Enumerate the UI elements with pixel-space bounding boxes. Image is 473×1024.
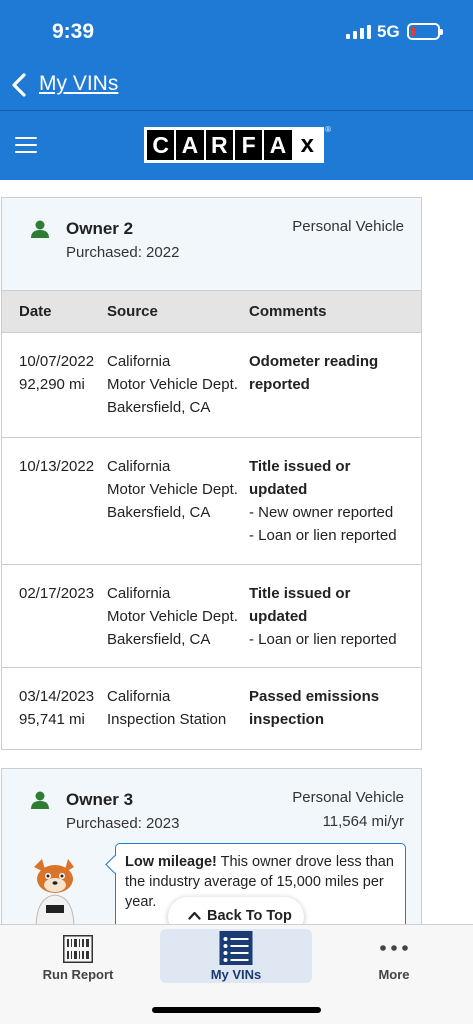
carfox-mascot-icon: [34, 859, 75, 927]
owner-header: Owner 2 Purchased: 2022 Personal Vehicle: [2, 198, 421, 291]
source-line: Bakersfield, CA: [107, 631, 211, 648]
top-header: 9:39 5G My VINs C A R F A x ®: [0, 0, 473, 180]
tab-label: More: [378, 967, 410, 982]
owner-purchased: Purchased: 2022: [66, 244, 180, 261]
person-icon: [31, 791, 49, 809]
chevron-up-icon: [188, 911, 201, 920]
vehicle-type: Personal Vehicle: [292, 218, 404, 235]
owner-title: Owner 2: [66, 219, 134, 238]
nav-row: My VINs: [0, 64, 473, 110]
comment-title: Title issued or: [249, 458, 351, 475]
bubble-bold: Low mileage!: [125, 854, 217, 870]
header-comments: Comments: [249, 303, 327, 320]
logo-letter: C: [147, 130, 177, 160]
logo-letter: A: [264, 130, 294, 160]
network-label: 5G: [377, 22, 400, 41]
owner-purchased: Purchased: 2023: [66, 815, 180, 832]
back-chevron-icon[interactable]: [9, 71, 31, 99]
comment-title: updated: [249, 608, 308, 625]
source-line: Bakersfield, CA: [107, 399, 211, 416]
table-row: 10/07/2022 92,290 mi California Motor Ve…: [2, 333, 421, 438]
row-date: 10/13/2022: [19, 458, 95, 475]
logo-row: C A R F A x ®: [0, 111, 473, 180]
logo-letter: F: [235, 130, 265, 160]
comment-detail: - New owner reported: [249, 504, 394, 521]
row-date: 10/07/2022: [19, 353, 95, 370]
list-icon: [219, 931, 253, 965]
table-row: 03/14/2023 95,741 mi California Inspecti…: [2, 668, 421, 749]
comment-title: reported: [249, 376, 310, 393]
carfax-logo: C A R F A x ®: [144, 125, 331, 163]
row-date: 02/17/2023: [19, 585, 95, 602]
owner-title: Owner 3: [66, 790, 134, 809]
source-line: Motor Vehicle Dept.: [107, 608, 238, 625]
row-mileage: 92,290 mi: [19, 376, 85, 393]
header-date: Date: [19, 303, 52, 320]
tab-more[interactable]: More: [318, 929, 470, 983]
tab-run-report[interactable]: Run Report: [2, 929, 154, 983]
vehicle-type: Personal Vehicle: [292, 789, 404, 806]
row-mileage: 95,741 mi: [19, 711, 85, 728]
logo-letter: R: [206, 130, 235, 160]
table-row: 02/17/2023 California Motor Vehicle Dept…: [2, 565, 421, 668]
back-to-top-label: Back To Top: [207, 908, 292, 924]
source-line: Motor Vehicle Dept.: [107, 481, 238, 498]
status-bar: 9:39 5G: [0, 0, 473, 64]
registered-mark: ®: [325, 125, 331, 134]
home-indicator: [152, 1007, 321, 1013]
comment-detail: - Loan or lien reported: [249, 527, 397, 544]
history-table-header: Date Source Comments: [2, 291, 421, 333]
source-line: Motor Vehicle Dept.: [107, 376, 238, 393]
comment-title: Passed emissions: [249, 688, 380, 705]
owner-card: Owner 2 Purchased: 2022 Personal Vehicle…: [1, 197, 422, 750]
comment-detail: - Loan or lien reported: [249, 631, 397, 648]
signal-icon: [346, 25, 371, 39]
logo-letter: x: [293, 130, 321, 160]
source-line: California: [107, 585, 171, 602]
back-link[interactable]: My VINs: [39, 72, 118, 96]
source-line: California: [107, 688, 171, 705]
comment-title: updated: [249, 481, 308, 498]
status-time: 9:39: [52, 20, 95, 43]
mileage-rate: 11,564 mi/yr: [322, 813, 404, 830]
source-line: Inspection Station: [107, 711, 227, 728]
tab-label: Run Report: [42, 967, 114, 982]
person-icon: [31, 220, 49, 238]
source-line: Bakersfield, CA: [107, 504, 211, 521]
comment-title: Title issued or: [249, 585, 351, 602]
barcode-icon: [63, 935, 93, 963]
header-source: Source: [107, 303, 158, 320]
row-date: 03/14/2023: [19, 688, 95, 705]
comment-title: Odometer reading: [249, 353, 379, 370]
source-line: California: [107, 458, 171, 475]
battery-icon: [407, 23, 443, 40]
hamburger-menu-icon[interactable]: [15, 137, 37, 153]
table-row: 10/13/2022 California Motor Vehicle Dept…: [2, 438, 421, 565]
comment-title: inspection: [249, 711, 325, 728]
source-line: California: [107, 353, 171, 370]
more-icon: [380, 945, 408, 951]
logo-letter: A: [176, 130, 206, 160]
tab-my-vins[interactable]: My VINs: [160, 929, 312, 983]
tab-label: My VINs: [210, 967, 262, 982]
